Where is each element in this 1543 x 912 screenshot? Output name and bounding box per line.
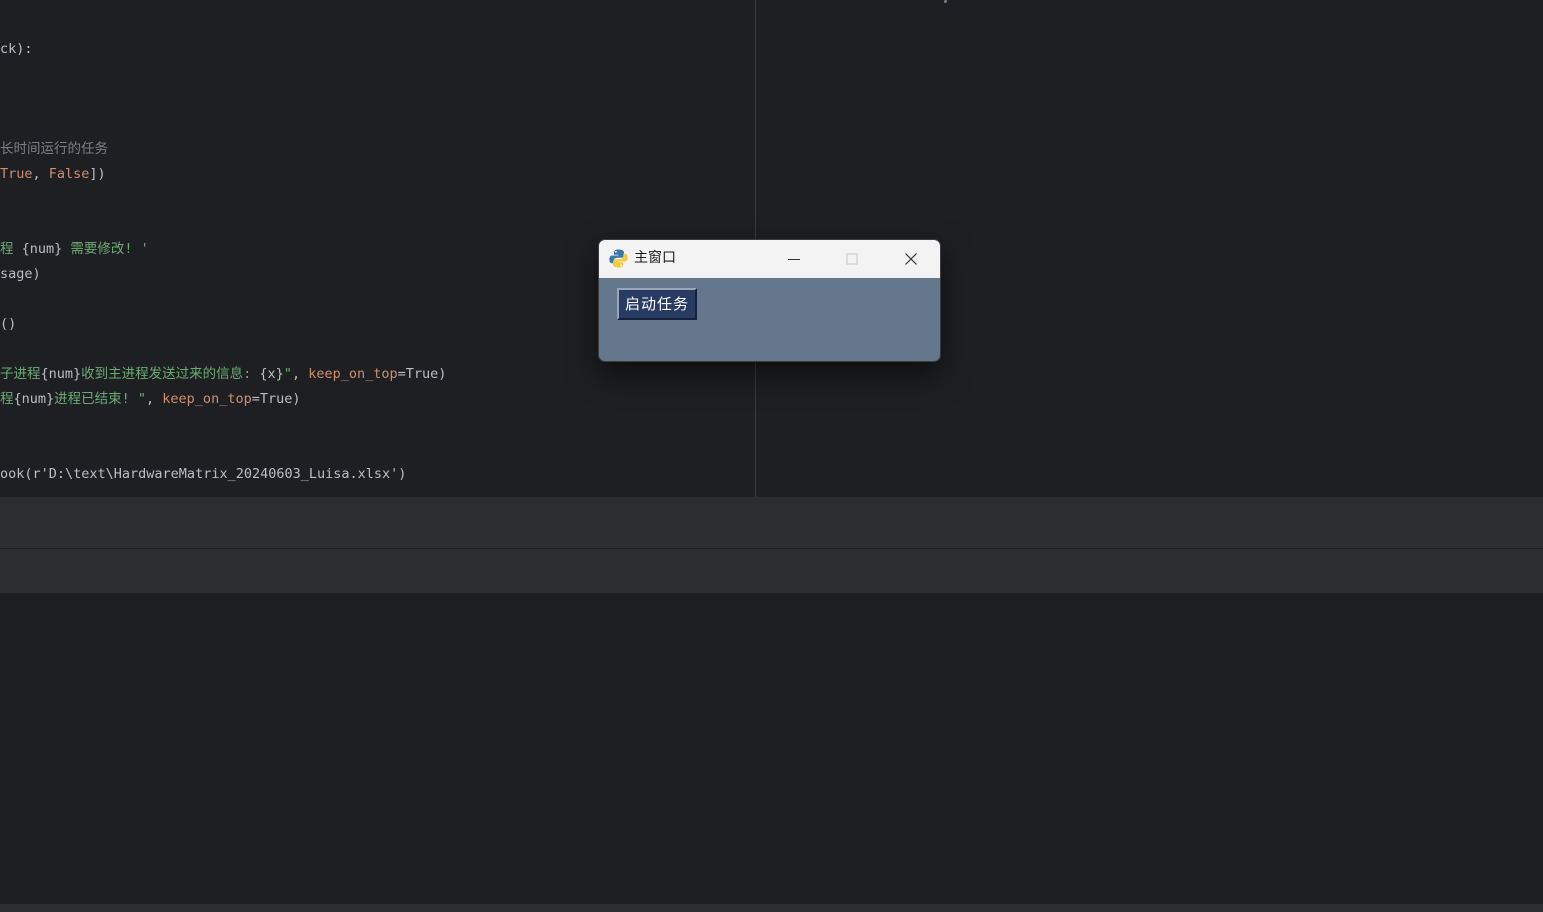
window-title: 主窗口 [634,250,676,266]
minimize-button[interactable] [765,240,823,278]
close-button[interactable] [882,240,940,278]
code-token: , [146,391,163,407]
tk-main-window[interactable]: 主窗口 启动任务 [598,239,941,362]
code-line[interactable]: () [0,312,16,337]
code-token: False [48,166,90,182]
maximize-button[interactable] [823,240,881,278]
minimize-icon [788,259,800,260]
code-line[interactable]: 长时间运行的任务 [0,137,108,162]
code-line[interactable]: True, False]) [0,162,106,187]
editor-caret-mark [944,0,947,3]
code-token: , [32,166,49,182]
code-token: 收到主进程发送过来的信息: [81,366,260,382]
window-titlebar[interactable]: 主窗口 [599,240,940,278]
screen: ck): 长时间运行的任务 True, False]) 程 {num} 需要修改… [0,0,1543,912]
code-line[interactable]: 程 {num} 需要修改! ' [0,237,149,262]
code-token: , [291,366,309,382]
code-token: 需要修改! ' [62,241,149,257]
window-body: 启动任务 [599,278,940,361]
code-line[interactable]: 程{num}进程已结束! ", keep_on_top=True) [0,387,300,412]
code-token: {x} [259,366,284,382]
tool-window-toolbar [0,549,1543,593]
code-token: sage) [0,266,41,282]
code-token: {num} [40,366,82,382]
console-output[interactable] [0,593,1543,904]
python-icon [609,249,628,268]
code-token: 子进程 [0,366,41,382]
status-bar [0,904,1543,912]
close-icon [905,253,917,265]
tool-window-header [0,497,1543,549]
code-token: True [0,166,33,182]
code-line[interactable]: ook(r'D:\text\HardwareMatrix_20240603_Lu… [0,462,406,487]
code-token: () [0,316,17,332]
code-token: 长时间运行的任务 [0,141,108,157]
maximize-icon [846,253,858,265]
code-line[interactable]: ck): [0,37,33,62]
code-token: ck): [0,41,33,57]
code-line[interactable]: sage) [0,262,41,287]
code-token: {num} [21,241,63,257]
code-token: ook(r'D:\text\HardwareMatrix_20240603_Lu… [0,466,407,482]
code-token: ]) [89,166,106,182]
code-token: " [283,366,292,382]
code-token: keep_on_top [162,391,252,407]
code-token: =True) [251,391,301,407]
code-token: =True) [397,366,447,382]
code-token: keep_on_top [308,366,398,382]
code-line[interactable]: 子进程{num}收到主进程发送过来的信息: {x}", keep_on_top=… [0,362,446,387]
code-token: 程 [0,241,22,257]
code-token: 进程已结束! " [54,391,147,407]
start-task-button[interactable]: 启动任务 [617,288,697,320]
code-token: {num} [13,391,55,407]
code-token: 程 [0,391,14,407]
